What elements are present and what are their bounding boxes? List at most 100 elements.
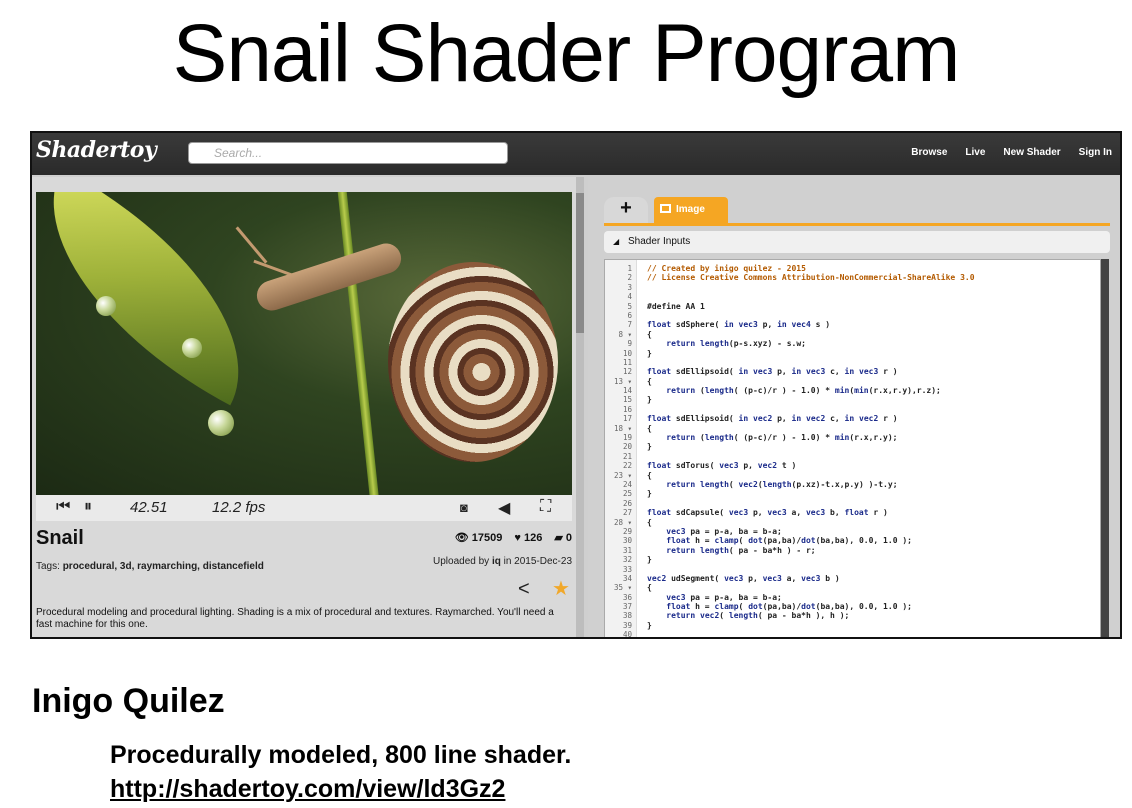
line-number: 19	[622, 433, 632, 443]
left-scrollbar[interactable]	[576, 177, 584, 637]
code-line: 8 ▾ {	[605, 330, 1100, 339]
vr-icon[interactable]: ◙	[460, 500, 468, 515]
line-number: 12	[622, 367, 632, 377]
line-number: 22	[622, 461, 632, 471]
code-line: 11	[605, 358, 1100, 367]
add-tab-button[interactable]: +	[604, 197, 648, 223]
rewind-icon[interactable]: ⏮	[56, 498, 70, 516]
leaf-render	[36, 192, 292, 406]
code-text: {	[647, 329, 652, 339]
line-number: 28 ▾	[613, 517, 632, 527]
line-number: 3	[627, 282, 632, 292]
code-text: return (length( (p-c)/r ) - 1.0) * min(r…	[666, 433, 898, 443]
shader-link[interactable]: http://shadertoy.com/view/ld3Gz2	[110, 775, 505, 804]
line-number: 8 ▾	[618, 329, 632, 339]
code-line: 10}	[605, 349, 1100, 358]
snail-shell-render	[388, 262, 558, 462]
line-number: 2	[627, 273, 632, 283]
pause-icon[interactable]: ⏸	[84, 498, 92, 516]
volume-icon[interactable]: ◀	[498, 498, 510, 518]
code-text: vec3 pa = p-a, ba = b-a;	[666, 592, 782, 602]
line-number: 24	[622, 479, 632, 489]
top-bar: Shadertoy Browse Live New Shader Sign In	[32, 133, 1120, 175]
code-line: 34 vec2 udSegment( vec3 p, vec3 a, vec3 b…	[605, 574, 1100, 583]
code-text: {	[647, 470, 652, 480]
code-line: 39}	[605, 621, 1100, 630]
code-editor[interactable]: 1 // Created by inigo quilez - 2015 2 // Li…	[604, 259, 1101, 637]
tab-image[interactable]: Image	[654, 197, 728, 223]
code-text: return length(p-s.xyz) - s.w;	[666, 339, 806, 349]
line-number: 6	[627, 310, 632, 320]
player-controls: ⏮ ⏸ 42.51 12.2 fps ◙ ◀ ⛶	[36, 495, 572, 521]
line-number: 31	[622, 545, 632, 555]
code-line: 28 ▾ {	[605, 518, 1100, 527]
code-text: float h = clamp( dot(pa,ba)/dot(ba,ba), …	[666, 536, 912, 546]
line-number: 34	[622, 573, 632, 583]
triangle-icon: ◢	[613, 237, 620, 246]
heart-icon: ♥	[514, 531, 521, 544]
uploader-link[interactable]: iq	[492, 556, 501, 567]
snail-antenna	[235, 226, 268, 264]
code-text: vec2 udSegment( vec3 p, vec3 a, vec3 b )	[647, 573, 840, 583]
code-text: // License Creative Commons Attribution-…	[647, 273, 975, 283]
search-input[interactable]	[189, 143, 507, 163]
tag-list[interactable]: procedural, 3d, raymarching, distancefie…	[63, 561, 264, 572]
nav-sign-in[interactable]: Sign In	[1079, 147, 1112, 158]
line-number: 26	[622, 498, 632, 508]
line-number: 9	[627, 339, 632, 349]
shader-inputs-toggle[interactable]: ◢ Shader Inputs	[604, 231, 1110, 253]
upload-info: Uploaded by iq in 2015-Dec-23	[433, 556, 572, 567]
code-line: 25}	[605, 489, 1100, 498]
code-line: 30 float h = clamp( dot(pa,ba)/dot(ba,ba…	[605, 536, 1100, 545]
code-line: 19 return (length( (p-c)/r ) - 1.0) * mi…	[605, 433, 1100, 442]
code-line: 38 return vec2( length( pa - ba*h ), h )…	[605, 611, 1100, 620]
code-line: 21	[605, 452, 1100, 461]
nav-live[interactable]: Live	[965, 147, 985, 158]
line-number: 4	[627, 292, 632, 302]
search-box[interactable]	[188, 142, 508, 164]
code-text: float h = clamp( dot(pa,ba)/dot(ba,ba), …	[666, 602, 912, 612]
line-number: 21	[622, 451, 632, 461]
code-line: 5 #define AA 1	[605, 302, 1100, 311]
likes-count[interactable]: ♥ 126	[514, 532, 542, 544]
code-text: // Created by inigo quilez - 2015	[647, 264, 806, 273]
code-text: vec3 pa = p-a, ba = b-a;	[666, 526, 782, 536]
shader-stats: 👁 17509 ♥ 126 ▰ 0	[455, 531, 572, 545]
code-line: 40	[605, 630, 1100, 637]
shader-canvas[interactable]	[36, 192, 572, 495]
snail-body-render	[253, 239, 405, 315]
share-icon[interactable]: <	[518, 578, 530, 601]
nav-browse[interactable]: Browse	[911, 147, 947, 158]
code-line: 15}	[605, 395, 1100, 404]
water-drop	[96, 296, 116, 316]
line-number: 5	[627, 301, 632, 311]
code-line: 24 return length( vec2(length(p.xz)-t.x,…	[605, 480, 1100, 489]
star-icon[interactable]: ★	[552, 576, 570, 601]
tab-underline	[604, 223, 1110, 226]
code-line: 29 vec3 pa = p-a, ba = b-a;	[605, 527, 1100, 536]
line-number: 37	[622, 602, 632, 612]
code-line: 4	[605, 292, 1100, 301]
left-panel: ⏮ ⏸ 42.51 12.2 fps ◙ ◀ ⛶ Snail Tags: pro…	[32, 177, 584, 637]
code-text: }	[647, 348, 652, 358]
nav-new-shader[interactable]: New Shader	[1003, 147, 1060, 158]
code-line: 18 ▾ {	[605, 424, 1100, 433]
code-text: return length( pa - ba*h ) - r;	[666, 545, 816, 555]
code-line: 32}	[605, 555, 1100, 564]
code-line: 3	[605, 283, 1100, 292]
code-text: return (length( (p-c)/r ) - 1.0) * min(m…	[666, 386, 941, 396]
shadertoy-logo[interactable]: Shadertoy	[36, 137, 157, 163]
slide-title: Snail Shader Program	[172, 8, 961, 99]
fullscreen-icon[interactable]: ⛶	[540, 498, 551, 516]
shader-description: Procedural modeling and procedural light…	[36, 607, 554, 630]
shadertoy-window: Shadertoy Browse Live New Shader Sign In…	[30, 131, 1122, 639]
comments-count[interactable]: ▰ 0	[554, 531, 572, 544]
line-number: 11	[622, 357, 632, 367]
code-text: float sdSphere( in vec3 p, in vec4 s )	[647, 320, 831, 330]
line-number: 23 ▾	[613, 470, 632, 480]
line-number: 38	[622, 611, 632, 621]
code-text: {	[647, 376, 652, 386]
code-line: 17 float sdEllipsoid( in vec2 p, in vec2 …	[605, 414, 1100, 423]
editor-scrollbar[interactable]	[1101, 259, 1109, 637]
time-readout: 42.51	[130, 499, 168, 516]
